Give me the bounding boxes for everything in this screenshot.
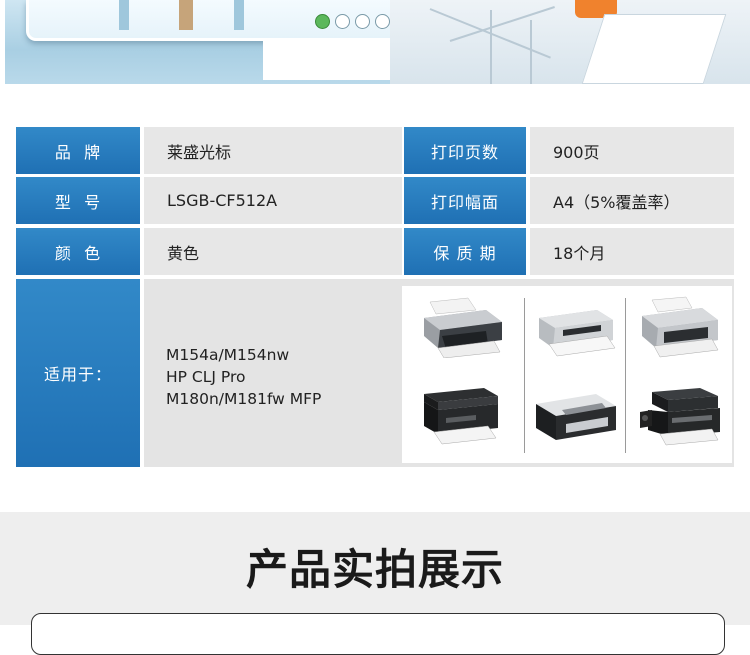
coverage-label: 打印幅面 <box>402 177 526 224</box>
banner-product-card <box>26 0 422 41</box>
shelf-line <box>490 10 492 84</box>
model-value: LSGB-CF512A <box>140 177 402 224</box>
spec-row: 颜 色 黄色 保 质 期 18个月 <box>16 228 734 275</box>
color-value: 黄色 <box>140 228 402 275</box>
mfp-printer-icon <box>640 388 720 446</box>
warranty-label: 保 质 期 <box>402 228 526 275</box>
warranty-label-text: 保 质 期 <box>433 243 497 263</box>
section-title: 产品实拍展示 <box>245 545 504 594</box>
product-banner <box>0 0 750 84</box>
color-value-text: 黄色 <box>167 243 200 263</box>
model-line: HP CLJ Pro <box>166 368 246 386</box>
photo-frame <box>31 613 725 655</box>
iso-cert-icon <box>355 14 370 29</box>
model-label: 型 号 <box>16 177 140 224</box>
applicable-row: 适用于： M154a/M154nw HP CLJ Pro M180n/M181f… <box>16 279 734 467</box>
eco-cert-icon <box>315 14 330 29</box>
coverage-value-text: A4（5%覆盖率） <box>553 192 680 212</box>
coverage-value: A4（5%覆盖率） <box>526 177 734 224</box>
compatible-printers-panel <box>402 286 732 463</box>
pages-label-text: 打印页数 <box>430 142 499 162</box>
laser-printer-icon <box>539 310 616 357</box>
pages-value-text: 900页 <box>553 142 600 162</box>
spec-row: 型 号 LSGB-CF512A 打印幅面 A4（5%覆盖率） <box>16 177 734 224</box>
color-label-text: 颜 色 <box>54 243 102 263</box>
warranty-value: 18个月 <box>526 228 734 275</box>
model-value-text: LSGB-CF512A <box>167 191 278 210</box>
laser-printer-icon <box>536 394 616 440</box>
banner-decoration <box>234 0 244 30</box>
applicable-label-text: 适用于： <box>43 365 112 384</box>
brand-value-text: 莱盛光标 <box>167 142 232 162</box>
coverage-label-text: 打印幅面 <box>430 192 499 212</box>
banner-figure <box>179 0 193 30</box>
paper-tray-image <box>581 14 727 84</box>
iso-cert-icon <box>375 14 390 29</box>
shelf-line <box>530 20 532 84</box>
applicable-models: M154a/M154nw HP CLJ Pro M180n/M181fw MFP <box>166 344 321 410</box>
color-label: 颜 色 <box>16 228 140 275</box>
model-line: M154a/M154nw <box>166 346 290 364</box>
laser-printer-icon <box>424 297 502 358</box>
divider <box>625 298 626 453</box>
brand-value: 莱盛光标 <box>140 127 402 174</box>
banner-blank-area <box>263 40 390 80</box>
brand-label-text: 品 牌 <box>54 142 102 162</box>
mfp-printer-icon <box>424 388 498 445</box>
applicable-label: 适用于： <box>16 279 140 467</box>
laser-printer-icon <box>642 296 719 358</box>
brand-label: 品 牌 <box>16 127 140 174</box>
spec-row: 品 牌 莱盛光标 打印页数 900页 <box>16 127 734 174</box>
model-line: M180n/M181fw MFP <box>166 390 322 408</box>
cert-badge-icon <box>335 14 350 29</box>
pages-value: 900页 <box>526 127 734 174</box>
model-label-text: 型 号 <box>54 192 102 212</box>
warranty-value-text: 18个月 <box>553 243 606 263</box>
divider <box>524 298 525 453</box>
product-photos-section: 产品实拍展示 <box>0 512 750 655</box>
pages-label: 打印页数 <box>402 127 526 174</box>
banner-decoration <box>119 0 129 30</box>
